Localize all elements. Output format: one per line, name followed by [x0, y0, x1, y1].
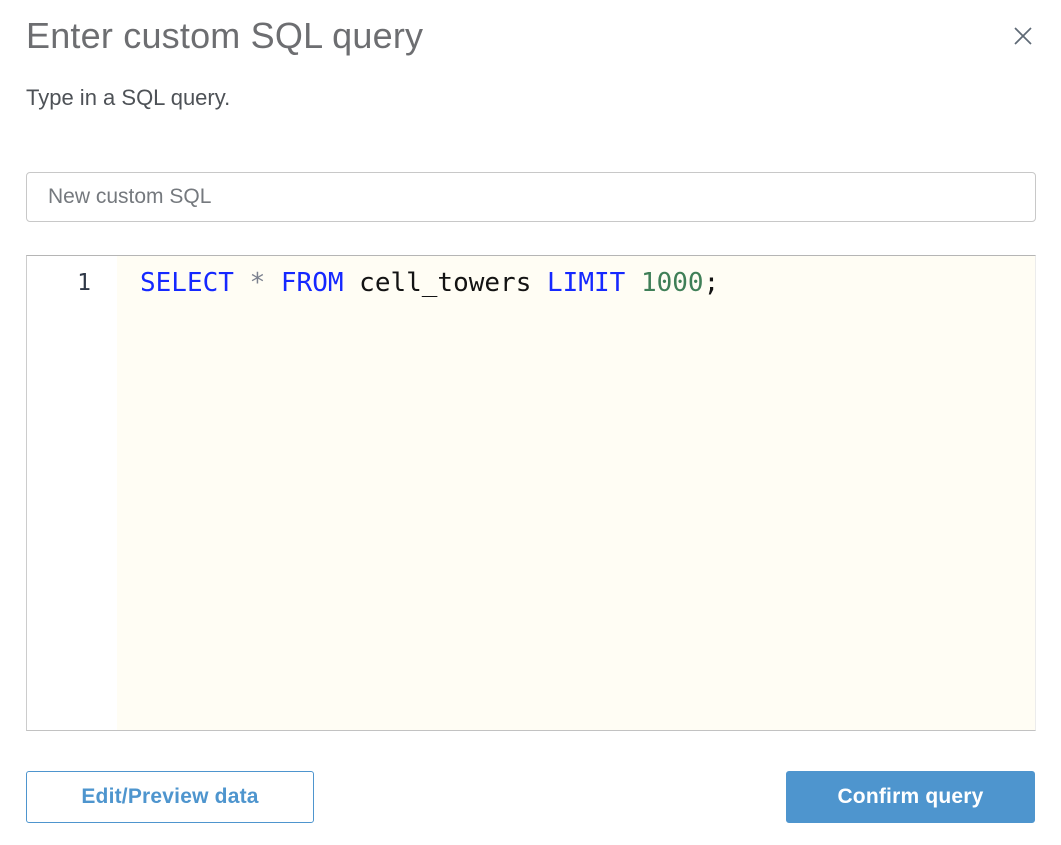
sql-token-keyword: LIMIT — [547, 268, 626, 298]
custom-sql-dialog: Enter custom SQL query Type in a SQL que… — [0, 0, 1061, 845]
sql-token-operator: * — [249, 268, 266, 298]
sql-token-keyword: SELECT — [140, 268, 234, 298]
dialog-header: Enter custom SQL query — [26, 14, 1035, 58]
dialog-footer: Edit/Preview data Confirm query — [26, 771, 1035, 823]
sql-token-plain — [625, 268, 641, 298]
editor-code-area[interactable]: SELECT * FROM cell_towers LIMIT 1000; — [117, 256, 1035, 730]
sql-token-plain: cell_towers — [343, 268, 548, 298]
close-button[interactable] — [1007, 20, 1039, 52]
edit-preview-data-button[interactable]: Edit/Preview data — [26, 771, 314, 823]
sql-token-plain — [234, 268, 250, 298]
sql-token-keyword: FROM — [280, 268, 344, 298]
line-number: 1 — [77, 270, 91, 296]
close-icon — [1014, 27, 1032, 45]
sql-token-plain: ; — [703, 268, 720, 298]
code-line[interactable]: SELECT * FROM cell_towers LIMIT 1000; — [140, 269, 1035, 297]
sql-token-number: 1000 — [640, 268, 704, 298]
sql-name-input[interactable] — [26, 172, 1036, 222]
sql-code-editor[interactable]: 1 SELECT * FROM cell_towers LIMIT 1000; — [26, 255, 1036, 731]
dialog-subtitle: Type in a SQL query. — [26, 85, 231, 110]
page-title: Enter custom SQL query — [26, 15, 424, 56]
confirm-query-button[interactable]: Confirm query — [786, 771, 1035, 823]
editor-gutter: 1 — [27, 256, 117, 730]
sql-token-plain — [265, 268, 281, 298]
